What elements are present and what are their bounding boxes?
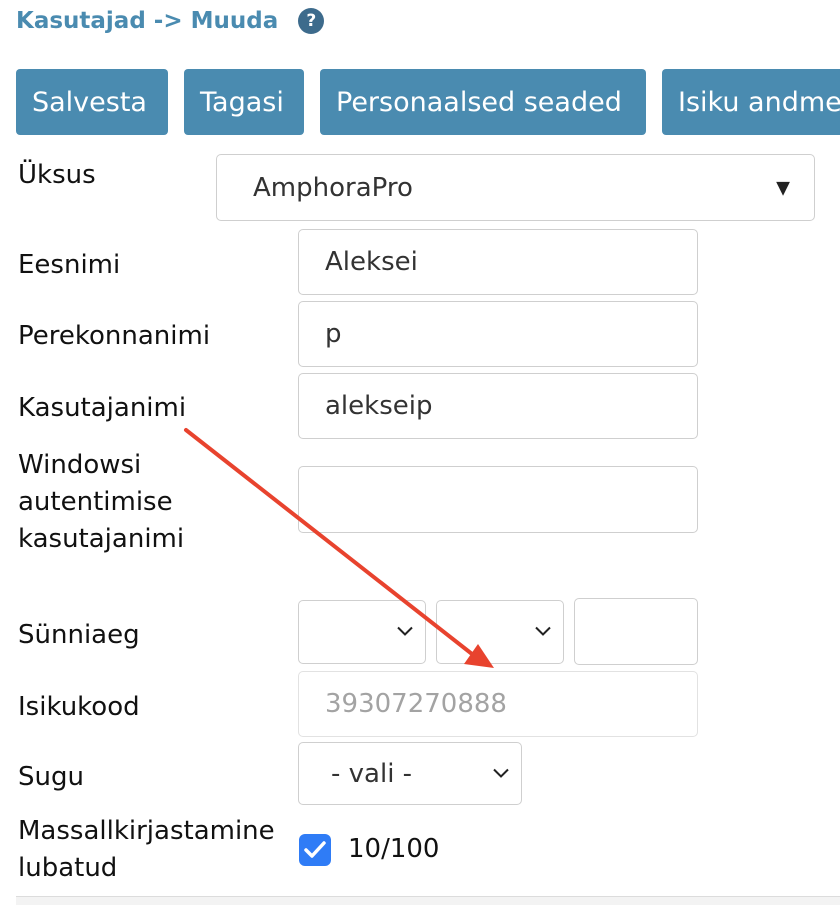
unit-label: Üksus <box>18 160 96 190</box>
mass-signing-limit: 10/100 <box>348 834 440 864</box>
birth-year-input[interactable] <box>574 598 698 665</box>
gender-select-value: - vali - <box>331 758 413 789</box>
windows-username-label-line: Windowsi <box>18 450 142 480</box>
first-name-label: Eesnimi <box>18 250 121 280</box>
birth-day-select[interactable] <box>298 600 426 664</box>
unit-select-value: AmphoraPro <box>253 172 413 203</box>
windows-username-label-line: autentimise <box>18 487 173 517</box>
gender-label: Sugu <box>18 762 84 792</box>
save-button[interactable]: Salvesta <box>16 69 168 135</box>
mass-signing-label-line: lubatud <box>18 853 118 883</box>
birth-month-select[interactable] <box>436 600 564 664</box>
username-value: alekseip <box>325 391 433 421</box>
personal-settings-button[interactable]: Personaalsed seaded <box>320 69 646 135</box>
birth-date-label: Sünniaeg <box>18 620 140 650</box>
mass-signing-label: Massallkirjastamine lubatud <box>18 813 275 887</box>
back-button[interactable]: Tagasi <box>184 69 304 135</box>
first-name-input[interactable]: Aleksei <box>298 229 698 295</box>
gender-select[interactable]: - vali - <box>298 742 522 805</box>
mass-signing-checkbox[interactable] <box>299 834 331 866</box>
check-icon <box>304 841 326 858</box>
chevron-down-icon <box>535 626 551 636</box>
page-title: Kasutajad -> Muuda <box>16 8 279 34</box>
mass-signing-label-line: Massallkirjastamine <box>18 816 275 846</box>
last-name-input[interactable]: p <box>298 301 698 367</box>
windows-username-label-line: kasutajanimi <box>18 524 185 554</box>
person-data-button[interactable]: Isiku andme <box>662 69 840 135</box>
last-name-value: p <box>325 319 342 349</box>
unit-select[interactable]: AmphoraPro ▼ <box>216 154 815 221</box>
id-code-input: 39307270888 <box>298 671 698 737</box>
last-name-label: Perekonnanimi <box>18 321 211 351</box>
help-icon[interactable]: ? <box>298 8 325 34</box>
username-input[interactable]: alekseip <box>298 373 698 439</box>
chevron-down-icon <box>397 626 413 636</box>
windows-username-label: Windowsi autentimise kasutajanimi <box>18 447 184 558</box>
id-code-value: 39307270888 <box>325 689 507 719</box>
first-name-value: Aleksei <box>325 247 418 277</box>
triangle-down-icon: ▼ <box>776 177 790 198</box>
id-code-label: Isikukood <box>18 692 140 722</box>
windows-username-input[interactable] <box>298 466 698 533</box>
username-label: Kasutajanimi <box>18 393 187 423</box>
chevron-down-icon <box>493 768 509 778</box>
page-header: Kasutajad -> Muuda ? <box>16 6 325 36</box>
